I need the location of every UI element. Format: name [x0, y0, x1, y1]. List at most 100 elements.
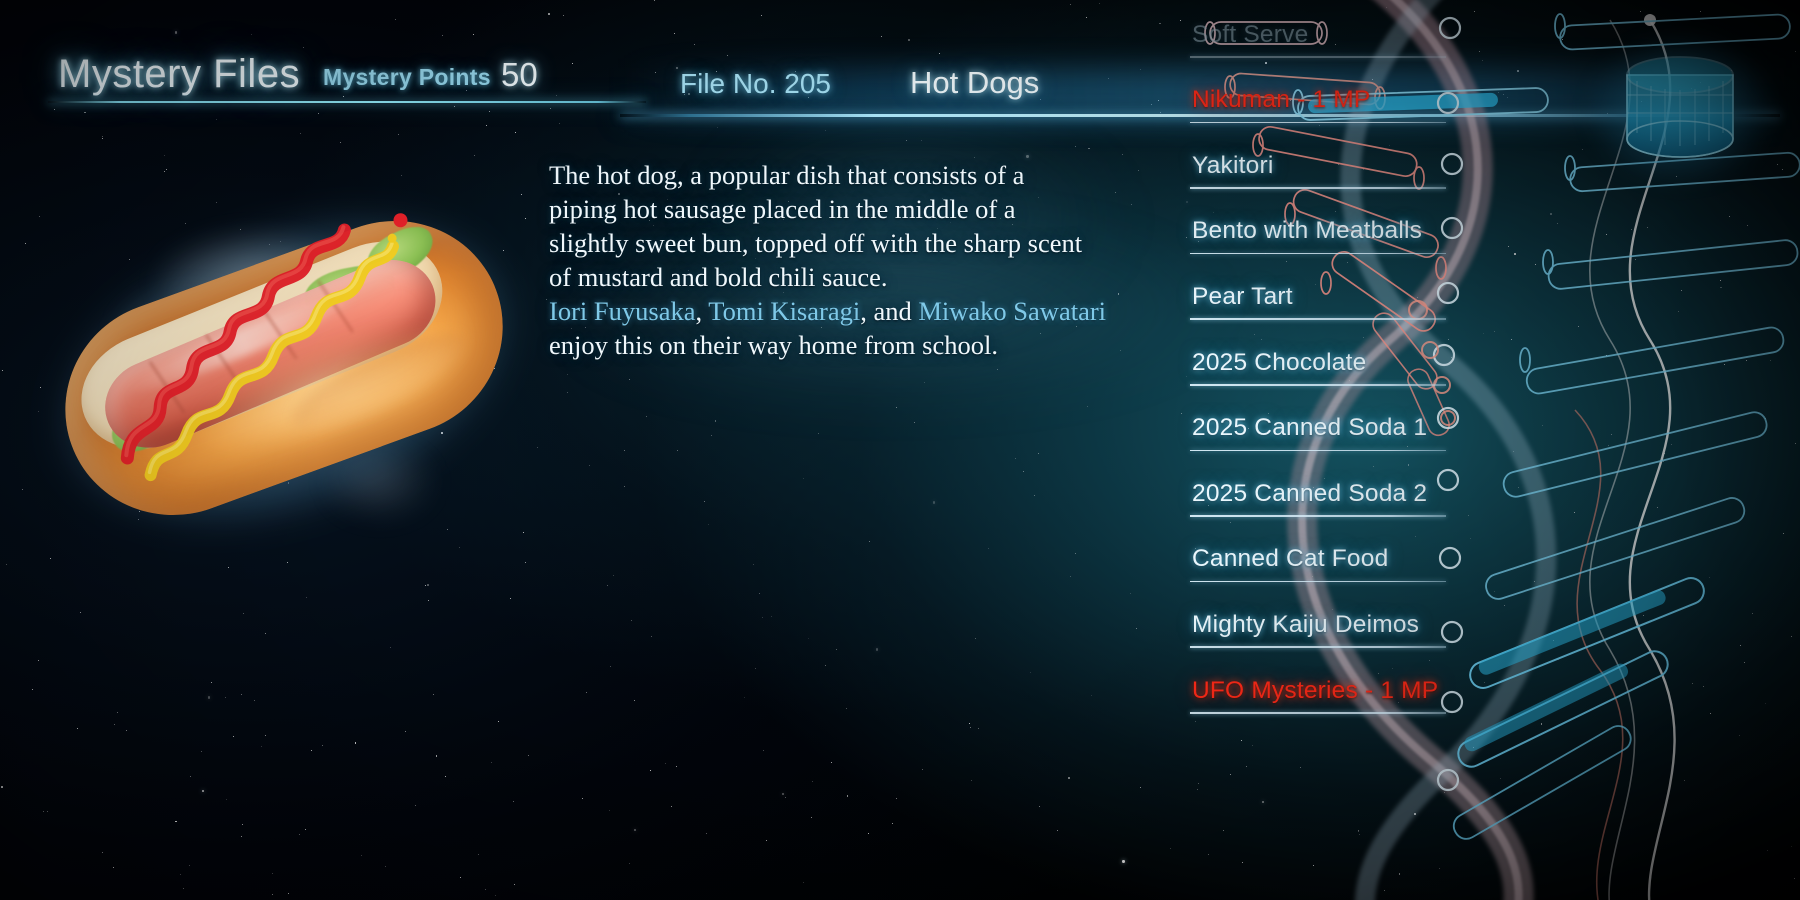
star	[485, 125, 487, 127]
star	[676, 765, 678, 767]
star	[968, 722, 970, 724]
star	[803, 882, 805, 884]
star	[180, 873, 182, 875]
star	[566, 392, 568, 394]
star	[633, 700, 635, 702]
file-list-item[interactable]: 2025 Chocolate	[1190, 328, 1490, 394]
star	[846, 707, 848, 709]
star	[1251, 745, 1253, 747]
star	[868, 833, 870, 835]
star	[1129, 593, 1131, 595]
star	[548, 13, 551, 15]
character-name-1: Iori Fuyusaka	[549, 296, 696, 326]
star	[389, 647, 391, 649]
star	[710, 434, 712, 436]
star	[1443, 792, 1445, 794]
star	[360, 855, 362, 857]
star	[1605, 355, 1607, 357]
star	[114, 723, 116, 725]
star	[225, 798, 227, 800]
file-list-item[interactable]: Bento with Meatballs	[1190, 197, 1490, 263]
star	[1534, 264, 1536, 266]
star	[1703, 685, 1705, 687]
star	[1746, 360, 1748, 362]
star	[241, 694, 243, 696]
star	[1086, 16, 1088, 18]
star	[42, 810, 44, 812]
star	[1023, 471, 1025, 473]
star	[1139, 787, 1141, 789]
star	[762, 617, 764, 619]
star	[428, 599, 430, 601]
file-list-item[interactable]: UFO Mysteries - 1 MP	[1190, 656, 1490, 722]
file-list-item[interactable]: 2025 Canned Soda 1	[1190, 394, 1490, 460]
star	[1782, 533, 1784, 535]
file-list-item[interactable]: Canned Cat Food	[1190, 525, 1490, 591]
star	[706, 833, 708, 835]
file-list-item-label: Yakitori	[1192, 151, 1274, 179]
file-list-item-label: Bento with Meatballs	[1192, 217, 1423, 245]
file-list-item-label: Pear Tart	[1192, 282, 1293, 310]
file-list-item-label: Mighty Kaiju Deimos	[1192, 610, 1420, 638]
star	[1518, 486, 1520, 488]
star	[1170, 848, 1172, 850]
star	[811, 781, 813, 783]
star	[631, 620, 633, 622]
star	[1678, 310, 1680, 312]
star	[242, 823, 244, 825]
star	[1241, 740, 1243, 742]
file-list-item-label: 2025 Canned Soda 1	[1192, 414, 1428, 442]
header-left: Mystery Files Mystery Points 50	[48, 52, 658, 112]
star	[53, 108, 56, 111]
star	[1558, 659, 1560, 661]
star	[670, 805, 672, 807]
star	[1034, 494, 1036, 496]
star	[400, 175, 402, 177]
star	[830, 761, 832, 763]
file-list-item[interactable]: Yakitori	[1190, 131, 1490, 197]
star	[1088, 147, 1091, 150]
star	[272, 872, 274, 874]
star	[474, 155, 476, 157]
file-list-item-divider	[1190, 711, 1446, 714]
file-list-item[interactable]: Soft Serve	[1190, 0, 1490, 66]
star	[50, 558, 52, 560]
star	[875, 648, 879, 651]
star	[988, 547, 990, 549]
star	[1038, 805, 1041, 808]
file-list-item[interactable]: Mighty Kaiju Deimos	[1190, 590, 1490, 656]
star	[459, 877, 461, 879]
star	[765, 840, 767, 842]
star	[1550, 213, 1552, 216]
star	[1738, 734, 1740, 736]
star	[567, 374, 569, 376]
star	[744, 696, 746, 698]
file-list-item-label: Canned Cat Food	[1192, 545, 1389, 573]
star	[395, 18, 397, 20]
file-list-item-divider	[1190, 318, 1446, 320]
star	[869, 540, 871, 542]
file-list-item[interactable]: Pear Tart	[1190, 262, 1490, 328]
star	[606, 584, 609, 587]
file-list-item[interactable]: Nikuman - 1 MP	[1190, 66, 1490, 132]
star	[770, 615, 773, 618]
star	[1179, 20, 1181, 22]
star	[1751, 613, 1753, 615]
star	[1540, 723, 1543, 725]
star	[1196, 789, 1198, 791]
star	[1723, 363, 1725, 365]
star	[102, 138, 104, 140]
star	[997, 368, 999, 370]
star	[808, 637, 810, 639]
file-list-item-divider	[1190, 252, 1446, 255]
file-list-item-label: UFO Mysteries - 1 MP	[1192, 676, 1439, 704]
star	[754, 668, 756, 670]
holographic-capsule	[1591, 39, 1769, 181]
star	[1185, 376, 1187, 378]
file-list[interactable]: Soft Serve Nikuman - 1 MP Yakitori Bento wi…	[1190, 0, 1490, 722]
star	[1, 786, 3, 788]
file-list-item[interactable]: 2025 Canned Soda 2	[1190, 459, 1490, 525]
star	[77, 727, 79, 729]
helix-rung	[1452, 725, 1632, 840]
star	[1747, 224, 1749, 226]
